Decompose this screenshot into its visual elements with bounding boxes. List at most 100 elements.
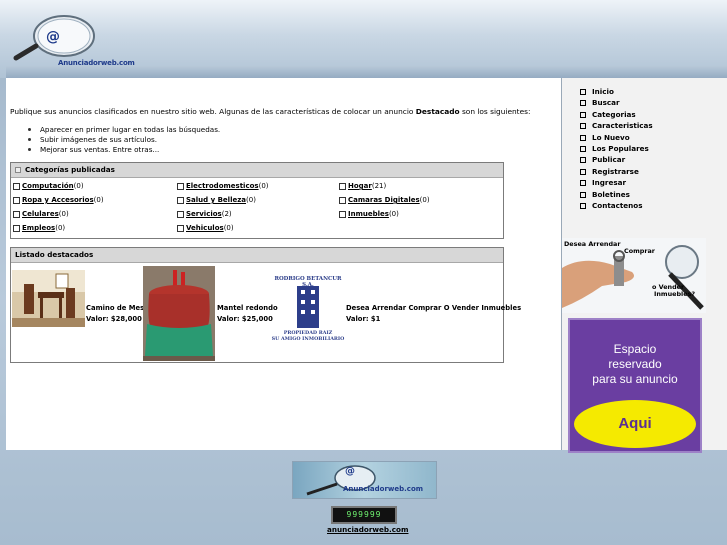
category-item[interactable]: Inmuebles(0) — [339, 210, 399, 218]
checkbox-icon — [177, 196, 184, 204]
sidebar-item-label[interactable]: Lo Nuevo — [592, 133, 630, 142]
category-item[interactable]: Celulares(0) — [13, 210, 69, 218]
checkbox-icon — [177, 182, 184, 190]
sidebar-item-label[interactable]: Registrarse — [592, 167, 639, 176]
bullet-square-icon — [580, 89, 586, 95]
sidebar-item[interactable]: Boletines — [580, 189, 653, 200]
reserved-ad-banner[interactable]: Espacio reservado para su anuncio Aqui — [568, 318, 702, 453]
sidebar-item[interactable]: Ingresar — [580, 177, 653, 188]
category-link[interactable]: Vehiculos — [186, 224, 224, 232]
bullet-square-icon — [580, 202, 586, 209]
sidebar-item-label[interactable]: Caracteristicas — [592, 121, 653, 130]
listing-price: Valor: $25,000 — [217, 315, 273, 323]
sidebar-item-label[interactable]: Ingresar — [592, 178, 626, 187]
realty-logo[interactable]: RODRIGO BETANCUR S.A. PROPIEDAD RAIZ SU … — [269, 276, 347, 346]
categories-grid: Computación(0) Electrodomesticos(0) Hoga… — [11, 178, 503, 236]
category-item[interactable]: Servicios(2) — [177, 210, 232, 218]
main-content: Publique sus anuncios clasificados en nu… — [6, 78, 562, 450]
category-link[interactable]: Empleos — [22, 224, 55, 232]
sidebar-nav: Inicio Buscar Categorias Caracteristicas… — [580, 86, 653, 211]
featured-header: Listado destacados — [11, 248, 503, 263]
sidebar-item[interactable]: Los Populares — [580, 143, 653, 154]
sidebar-item[interactable]: Publicar — [580, 154, 653, 165]
sidebar-item[interactable]: Inicio — [580, 86, 653, 97]
category-item[interactable]: Ropa y Accesorios(0) — [13, 196, 104, 204]
checkbox-icon — [13, 196, 20, 204]
category-count: (0) — [223, 224, 234, 232]
footer-logo[interactable]: @ Anunciadorweb.com — [292, 461, 437, 499]
checkbox-icon — [177, 224, 184, 232]
checkbox-icon — [177, 210, 184, 218]
intro-bold-word: Destacado — [415, 107, 460, 116]
category-link[interactable]: Celulares — [22, 210, 59, 218]
bullet-square-icon — [580, 157, 586, 164]
sidebar-item[interactable]: Registrarse — [580, 166, 653, 177]
sidebar-item[interactable]: Lo Nuevo — [580, 132, 653, 143]
category-link[interactable]: Salud y Belleza — [186, 196, 246, 204]
category-item[interactable]: Computación(0) — [13, 182, 84, 190]
category-count: (0) — [55, 224, 66, 232]
category-link[interactable]: Computación — [22, 182, 74, 190]
category-link[interactable]: Inmuebles — [348, 210, 389, 218]
sidebar-item[interactable]: Categorias — [580, 109, 653, 120]
bullet-square-icon — [580, 191, 586, 198]
bullet-square-icon — [580, 111, 586, 118]
tablecloth-image[interactable] — [143, 266, 215, 361]
sidebar-item-label[interactable]: Contactenos — [592, 201, 643, 210]
category-item[interactable]: Vehiculos(0) — [177, 224, 234, 232]
category-item[interactable]: Hogar(21) — [339, 182, 386, 190]
listing-title[interactable]: Desea Arrendar Comprar O Vender Inmueble… — [346, 304, 521, 312]
list-item: Mejorar sus ventas. Entre otras... — [28, 145, 220, 155]
category-count: (0) — [246, 196, 256, 204]
featured-box: Listado destacados Camino de Mesa Valor:… — [10, 247, 521, 363]
sidebar-item-label[interactable]: Categorias — [592, 110, 636, 119]
checkbox-icon — [339, 210, 346, 218]
sidebar-item[interactable]: Caracteristicas — [580, 120, 653, 131]
category-item[interactable]: Empleos(0) — [13, 224, 65, 232]
category-link[interactable]: Servicios — [186, 210, 222, 218]
header-square-icon — [15, 167, 21, 173]
category-count: (0) — [58, 210, 69, 218]
visit-counter: 999999 — [331, 506, 397, 524]
categories-box: Categorías publicadas Computación(0) Ele… — [10, 162, 504, 239]
sidebar-item[interactable]: Contactenos — [580, 200, 653, 211]
ad2-line3: para su anuncio — [592, 372, 678, 386]
sidebar-item-label[interactable]: Boletines — [592, 190, 630, 199]
intro-text-part: Publique sus anuncios clasificados en nu… — [10, 107, 416, 116]
bullet-square-icon — [580, 134, 586, 141]
category-link[interactable]: Camaras Digitales — [348, 196, 420, 204]
footer-logo-at: @ — [345, 466, 355, 477]
listing-price: Valor: $1 — [346, 315, 381, 323]
ad2-line1: Espacio — [613, 342, 657, 356]
dining-set-image[interactable] — [12, 270, 85, 327]
category-count: (2) — [221, 210, 232, 218]
bullet-square-icon — [580, 168, 586, 175]
realty-ad-banner[interactable]: Desea Arrendar Comprar o Vender Inmueble… — [562, 238, 706, 313]
category-count: (0) — [93, 196, 104, 204]
category-count: (0) — [419, 196, 430, 204]
listing-title[interactable]: Camino de Mesa — [86, 304, 149, 312]
footer-site-link[interactable]: anunciadorweb.com — [327, 525, 408, 534]
category-count: (0) — [388, 210, 399, 218]
category-link[interactable]: Hogar — [348, 182, 372, 190]
sidebar: Inicio Buscar Categorias Caracteristicas… — [562, 78, 727, 453]
category-count: (0) — [258, 182, 269, 190]
sidebar-item-label[interactable]: Inicio — [592, 87, 614, 96]
category-item[interactable]: Salud y Belleza(0) — [177, 196, 256, 204]
ad2-aqui-button[interactable]: Aqui — [574, 400, 696, 448]
category-item[interactable]: Camaras Digitales(0) — [339, 196, 430, 204]
ad1-line1: Desea Arrendar — [564, 240, 621, 248]
benefits-list: Aparecer en primer lugar en todas las bú… — [28, 125, 220, 155]
sidebar-item[interactable]: Buscar — [580, 97, 653, 108]
ad2-line2: reservado — [608, 357, 662, 371]
sidebar-item-label[interactable]: Publicar — [592, 155, 625, 164]
sidebar-item-label[interactable]: Los Populares — [592, 144, 649, 153]
category-item[interactable]: Electrodomesticos(0) — [177, 182, 269, 190]
sidebar-item-label[interactable]: Buscar — [592, 98, 620, 107]
logo-at-symbol: @ — [46, 29, 60, 45]
category-link[interactable]: Electrodomesticos — [186, 182, 259, 190]
bullet-square-icon — [580, 145, 586, 152]
realty-name: RODRIGO BETANCUR S.A. — [274, 276, 342, 288]
category-link[interactable]: Ropa y Accesorios — [22, 196, 94, 204]
site-logo[interactable]: @ Anunciadorweb.com — [12, 14, 135, 67]
